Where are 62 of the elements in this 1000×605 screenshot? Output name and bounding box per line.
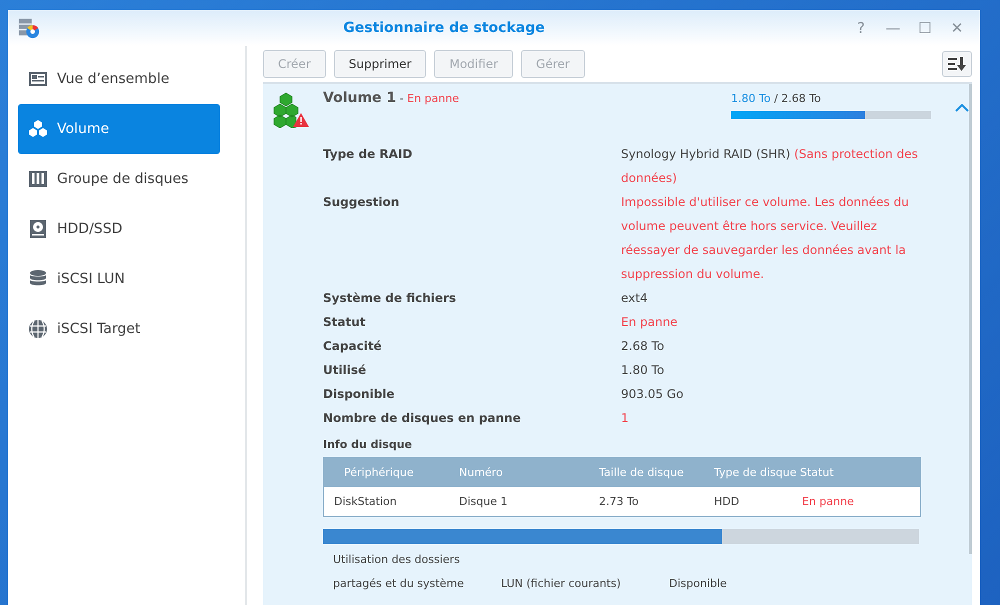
table-cell-text: DiskStation bbox=[333, 495, 398, 508]
table-cell: En panne bbox=[802, 495, 854, 508]
legend-label: LUN (fichier courants) bbox=[501, 576, 622, 592]
sidebar-label: Vue d’ensemble bbox=[57, 71, 170, 87]
property-value: En panne bbox=[621, 314, 679, 331]
sidebar-label: iSCSI LUN bbox=[57, 271, 125, 287]
table-cell-text: 2.73 To bbox=[599, 495, 640, 508]
property-value: Synology Hybrid RAID (SHR) (Sans protection des données) bbox=[621, 146, 919, 187]
property-label: Système de fichiers bbox=[323, 290, 458, 307]
sidebar-item[interactable]: iSCSI LUN bbox=[18, 254, 220, 304]
usage-text: 1.80 To / 2.68 To bbox=[731, 92, 822, 105]
legend-label: Disponible bbox=[669, 576, 727, 592]
sidebar-label: Volume bbox=[57, 121, 110, 137]
maximize-button[interactable]: ☐ bbox=[912, 19, 938, 37]
sort-button[interactable] bbox=[942, 51, 972, 77]
disk-group-icon bbox=[28, 169, 48, 189]
close-button[interactable]: ✕ bbox=[944, 19, 970, 37]
property-label: Capacité bbox=[323, 338, 383, 355]
column-header: Périphérique bbox=[343, 466, 415, 479]
property-label: Suggestion bbox=[323, 194, 400, 211]
toolbar-button[interactable]: Supprimer bbox=[334, 50, 426, 78]
table-cell-text: HDD bbox=[714, 495, 740, 508]
table-cell-text: Disque 1 bbox=[459, 495, 508, 508]
sidebar-item[interactable]: HDD/SSD bbox=[18, 204, 220, 254]
window-title: Gestionnaire de stockage bbox=[342, 20, 546, 36]
sort-icon bbox=[948, 57, 966, 71]
scrollbar[interactable] bbox=[969, 84, 972, 554]
hard-drive-icon bbox=[28, 219, 48, 239]
storage-app-icon bbox=[18, 17, 40, 39]
globe-icon bbox=[28, 319, 48, 339]
cubes-icon bbox=[28, 119, 48, 139]
sidebar-label: HDD/SSD bbox=[57, 221, 122, 237]
sidebar-item[interactable]: iSCSI Target bbox=[18, 304, 220, 354]
column-header: Type de disque bbox=[714, 466, 798, 479]
property-value: ext4 bbox=[621, 290, 649, 307]
minimize-button[interactable]: — bbox=[880, 19, 906, 37]
volume-status: - En panne bbox=[398, 92, 459, 105]
sidebar-item[interactable]: Vue d’ensemble bbox=[18, 54, 220, 104]
legend-label: Utilisation des dossiers partagés et du système bbox=[333, 552, 465, 592]
section-title: Info du disque bbox=[323, 438, 413, 451]
property-label: Utilisé bbox=[323, 362, 368, 379]
sidebar-item[interactable]: Volume bbox=[18, 104, 220, 154]
property-value: 903.05 Go bbox=[621, 386, 684, 403]
volume-title: Volume 1 bbox=[323, 90, 396, 106]
property-value: 2.68 To bbox=[621, 338, 666, 355]
property-label: Type de RAID bbox=[323, 146, 414, 163]
help-button[interactable]: ? bbox=[848, 19, 874, 37]
sidebar-item[interactable]: Groupe de disques bbox=[18, 154, 220, 204]
collapse-icon[interactable] bbox=[955, 104, 969, 112]
property-value: Impossible d'utiliser ce volume. Les données du volume peuvent être hors service. Veuillez réessayer de sauvegarder les données avant la suppression du volume. bbox=[621, 194, 910, 283]
property-label: Nombre de disques en panne bbox=[323, 410, 522, 427]
property-value: 1.80 To bbox=[621, 362, 666, 379]
column-header: Taille de disque bbox=[599, 466, 685, 479]
property-value: 1 bbox=[621, 410, 630, 427]
sidebar-label: iSCSI Target bbox=[57, 321, 140, 337]
sidebar-label: Groupe de disques bbox=[57, 171, 188, 187]
column-header: Statut bbox=[800, 466, 834, 479]
cubes-warning-icon bbox=[273, 92, 309, 128]
property-label: Statut bbox=[323, 314, 366, 331]
id-card-icon bbox=[28, 69, 48, 89]
column-header: Numéro bbox=[459, 466, 504, 479]
property-label: Disponible bbox=[323, 386, 396, 403]
